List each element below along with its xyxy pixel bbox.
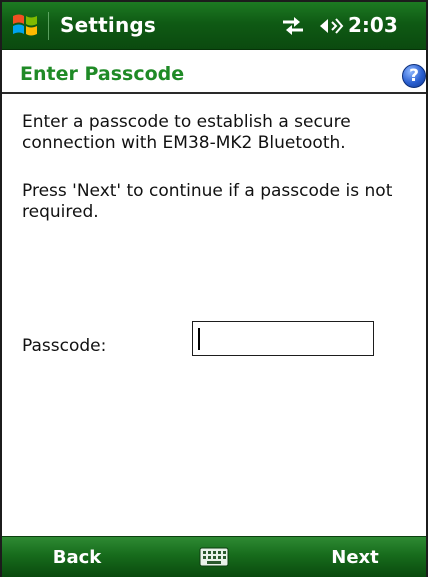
skip-note-text: Press 'Next' to continue if a passcode i…	[22, 181, 393, 222]
passcode-input[interactable]	[192, 321, 374, 356]
title-bar: Settings 2:03	[2, 2, 426, 50]
windows-start-icon[interactable]	[10, 10, 40, 40]
title-divider	[48, 12, 49, 40]
device-screen: Settings 2:03 Enter Passcode ? Enter a p…	[0, 0, 428, 577]
volume-icon[interactable]	[318, 14, 344, 38]
content-area: Enter a passcode to establish a secure c…	[2, 96, 426, 514]
page-header: Enter Passcode ?	[2, 50, 426, 94]
help-icon-glyph: ?	[409, 65, 419, 86]
next-button[interactable]: Next	[284, 537, 426, 577]
intro-text: Enter a passcode to establish a secure c…	[22, 112, 351, 153]
passcode-label: Passcode:	[22, 336, 107, 356]
connectivity-icon[interactable]	[280, 14, 306, 38]
keyboard-icon[interactable]	[199, 546, 229, 568]
back-button[interactable]: Back	[2, 537, 152, 577]
help-icon[interactable]: ?	[402, 64, 426, 88]
text-caret	[198, 328, 200, 350]
page-title: Enter Passcode	[20, 63, 185, 85]
softkey-bar: Back Next	[2, 536, 426, 577]
clock[interactable]: 2:03	[348, 13, 398, 37]
app-title: Settings	[60, 13, 157, 37]
